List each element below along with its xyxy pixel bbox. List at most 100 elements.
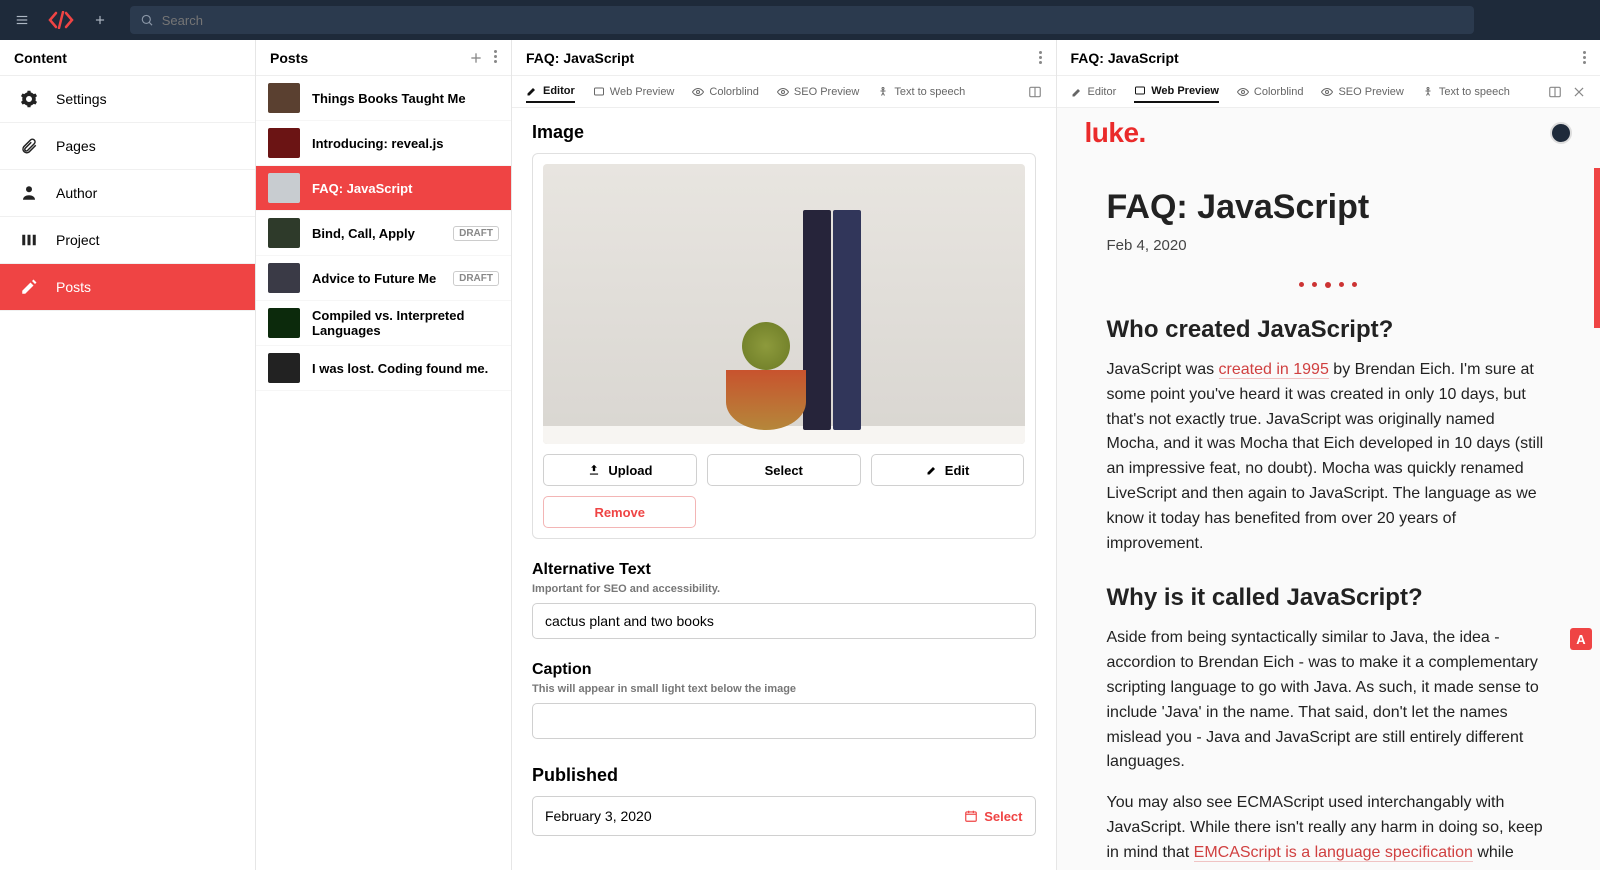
tab-editor[interactable]: Editor	[1071, 82, 1117, 102]
scrollbar[interactable]	[1594, 168, 1600, 328]
add-post-icon[interactable]	[468, 50, 484, 66]
calendar-icon	[964, 809, 978, 823]
preview-title: FAQ: JavaScript	[1071, 50, 1179, 66]
site-logo[interactable]: luke.	[1085, 117, 1146, 149]
post-title: Things Books Taught Me	[312, 91, 499, 106]
split-icon[interactable]	[1028, 85, 1042, 99]
preview-header: FAQ: JavaScript	[1057, 40, 1600, 76]
posts-header-label: Posts	[270, 50, 308, 66]
tab-seo[interactable]: SEO Preview	[777, 82, 859, 102]
tab-web-preview[interactable]: Web Preview	[593, 82, 675, 102]
project-icon	[18, 229, 40, 251]
published-row: February 3, 2020 Select	[532, 796, 1036, 836]
editor-title: FAQ: JavaScript	[526, 50, 634, 66]
tab-web-preview[interactable]: Web Preview	[1134, 81, 1219, 103]
article: FAQ: JavaScript Feb 4, 2020 Who created …	[1057, 158, 1600, 870]
post-title: Advice to Future Me	[312, 271, 441, 286]
published-select[interactable]: Select	[964, 809, 1022, 824]
close-icon[interactable]	[1572, 85, 1586, 99]
add-icon[interactable]	[86, 6, 114, 34]
site-header: luke.	[1057, 108, 1600, 158]
pencil-icon	[926, 464, 938, 476]
upload-icon	[587, 463, 601, 477]
post-item[interactable]: I was lost. Coding found me.	[256, 346, 511, 391]
article-date: Feb 4, 2020	[1107, 237, 1551, 254]
alt-text-hint: Important for SEO and accessibility.	[532, 583, 1036, 595]
pencil-icon	[1071, 86, 1083, 98]
gear-icon	[18, 88, 40, 110]
app-logo[interactable]	[44, 11, 78, 29]
nav-settings[interactable]: Settings	[0, 76, 255, 123]
pencil-icon	[18, 276, 40, 298]
post-item[interactable]: Bind, Call, Apply DRAFT	[256, 211, 511, 256]
paragraph: JavaScript was created in 1995 by Brenda…	[1107, 358, 1551, 556]
divider-dots	[1107, 282, 1551, 288]
post-thumb	[268, 263, 300, 293]
posts-header: Posts	[256, 40, 511, 76]
nav-pages[interactable]: Pages	[0, 123, 255, 170]
search-box[interactable]	[130, 6, 1474, 34]
post-title: I was lost. Coding found me.	[312, 361, 499, 376]
select-button[interactable]: Select	[707, 454, 861, 486]
preview-body[interactable]: luke. FAQ: JavaScript Feb 4, 2020 Who cr…	[1057, 108, 1600, 870]
tab-editor[interactable]: Editor	[526, 81, 575, 103]
tab-colorblind[interactable]: Colorblind	[692, 82, 759, 102]
accessibility-icon	[1422, 86, 1434, 98]
draft-badge: DRAFT	[453, 271, 499, 286]
tab-colorblind[interactable]: Colorblind	[1237, 82, 1304, 102]
post-thumb	[268, 128, 300, 158]
nav-author[interactable]: Author	[0, 170, 255, 217]
more-icon[interactable]	[1039, 51, 1042, 64]
search-icon	[140, 13, 154, 27]
post-item[interactable]: Introducing: reveal.js	[256, 121, 511, 166]
tab-tts[interactable]: Text to speech	[1422, 82, 1510, 102]
post-item[interactable]: Advice to Future Me DRAFT	[256, 256, 511, 301]
post-thumb	[268, 218, 300, 248]
remove-button[interactable]: Remove	[543, 496, 696, 528]
link[interactable]: EMCAScript is a language specification	[1194, 844, 1473, 862]
eye-icon	[1237, 86, 1249, 98]
post-item[interactable]: Things Books Taught Me	[256, 76, 511, 121]
image-label: Image	[532, 122, 1036, 143]
search-input[interactable]	[162, 13, 1464, 28]
paragraph: You may also see ECMAScript used interch…	[1107, 791, 1551, 870]
more-icon[interactable]	[494, 50, 497, 66]
post-item[interactable]: FAQ: JavaScript	[256, 166, 511, 211]
nav-label: Pages	[56, 138, 96, 154]
post-item[interactable]: Compiled vs. Interpreted Languages	[256, 301, 511, 346]
post-thumb	[268, 83, 300, 113]
caption-input[interactable]	[532, 703, 1036, 739]
link[interactable]: created in 1995	[1219, 361, 1329, 379]
avatar[interactable]	[1550, 122, 1572, 144]
caption-label: Caption	[532, 661, 1036, 679]
post-title: FAQ: JavaScript	[312, 181, 499, 196]
heading: Who created JavaScript?	[1107, 316, 1551, 344]
upload-button[interactable]: Upload	[543, 454, 697, 486]
main-area: Content Settings Pages Author Project Po…	[0, 40, 1600, 870]
post-title: Compiled vs. Interpreted Languages	[312, 308, 499, 338]
pencil-icon	[526, 85, 538, 97]
accessibility-badge[interactable]: A	[1570, 628, 1592, 650]
published-value: February 3, 2020	[545, 808, 652, 824]
tab-seo[interactable]: SEO Preview	[1321, 82, 1403, 102]
accessibility-icon	[877, 86, 889, 98]
tab-tts[interactable]: Text to speech	[877, 82, 965, 102]
edit-button[interactable]: Edit	[871, 454, 1025, 486]
post-thumb	[268, 308, 300, 338]
nav-label: Author	[56, 185, 97, 201]
screen-icon	[1134, 85, 1146, 97]
menu-icon[interactable]	[8, 6, 36, 34]
editor-panel: FAQ: JavaScript Editor Web Preview Color…	[512, 40, 1057, 870]
alt-text-input[interactable]	[532, 603, 1036, 639]
editor-header: FAQ: JavaScript	[512, 40, 1056, 76]
caption-hint: This will appear in small light text bel…	[532, 683, 1036, 695]
more-icon[interactable]	[1583, 51, 1586, 64]
post-thumb	[268, 173, 300, 203]
split-icon[interactable]	[1548, 85, 1562, 99]
image-preview[interactable]	[543, 164, 1025, 444]
nav-project[interactable]: Project	[0, 217, 255, 264]
posts-sidebar: Posts Things Books Taught Me Introducing…	[256, 40, 512, 870]
nav-posts[interactable]: Posts	[0, 264, 255, 311]
preview-panel: FAQ: JavaScript Editor Web Preview Color…	[1057, 40, 1600, 870]
preview-tabs: Editor Web Preview Colorblind SEO Previe…	[1057, 76, 1600, 108]
